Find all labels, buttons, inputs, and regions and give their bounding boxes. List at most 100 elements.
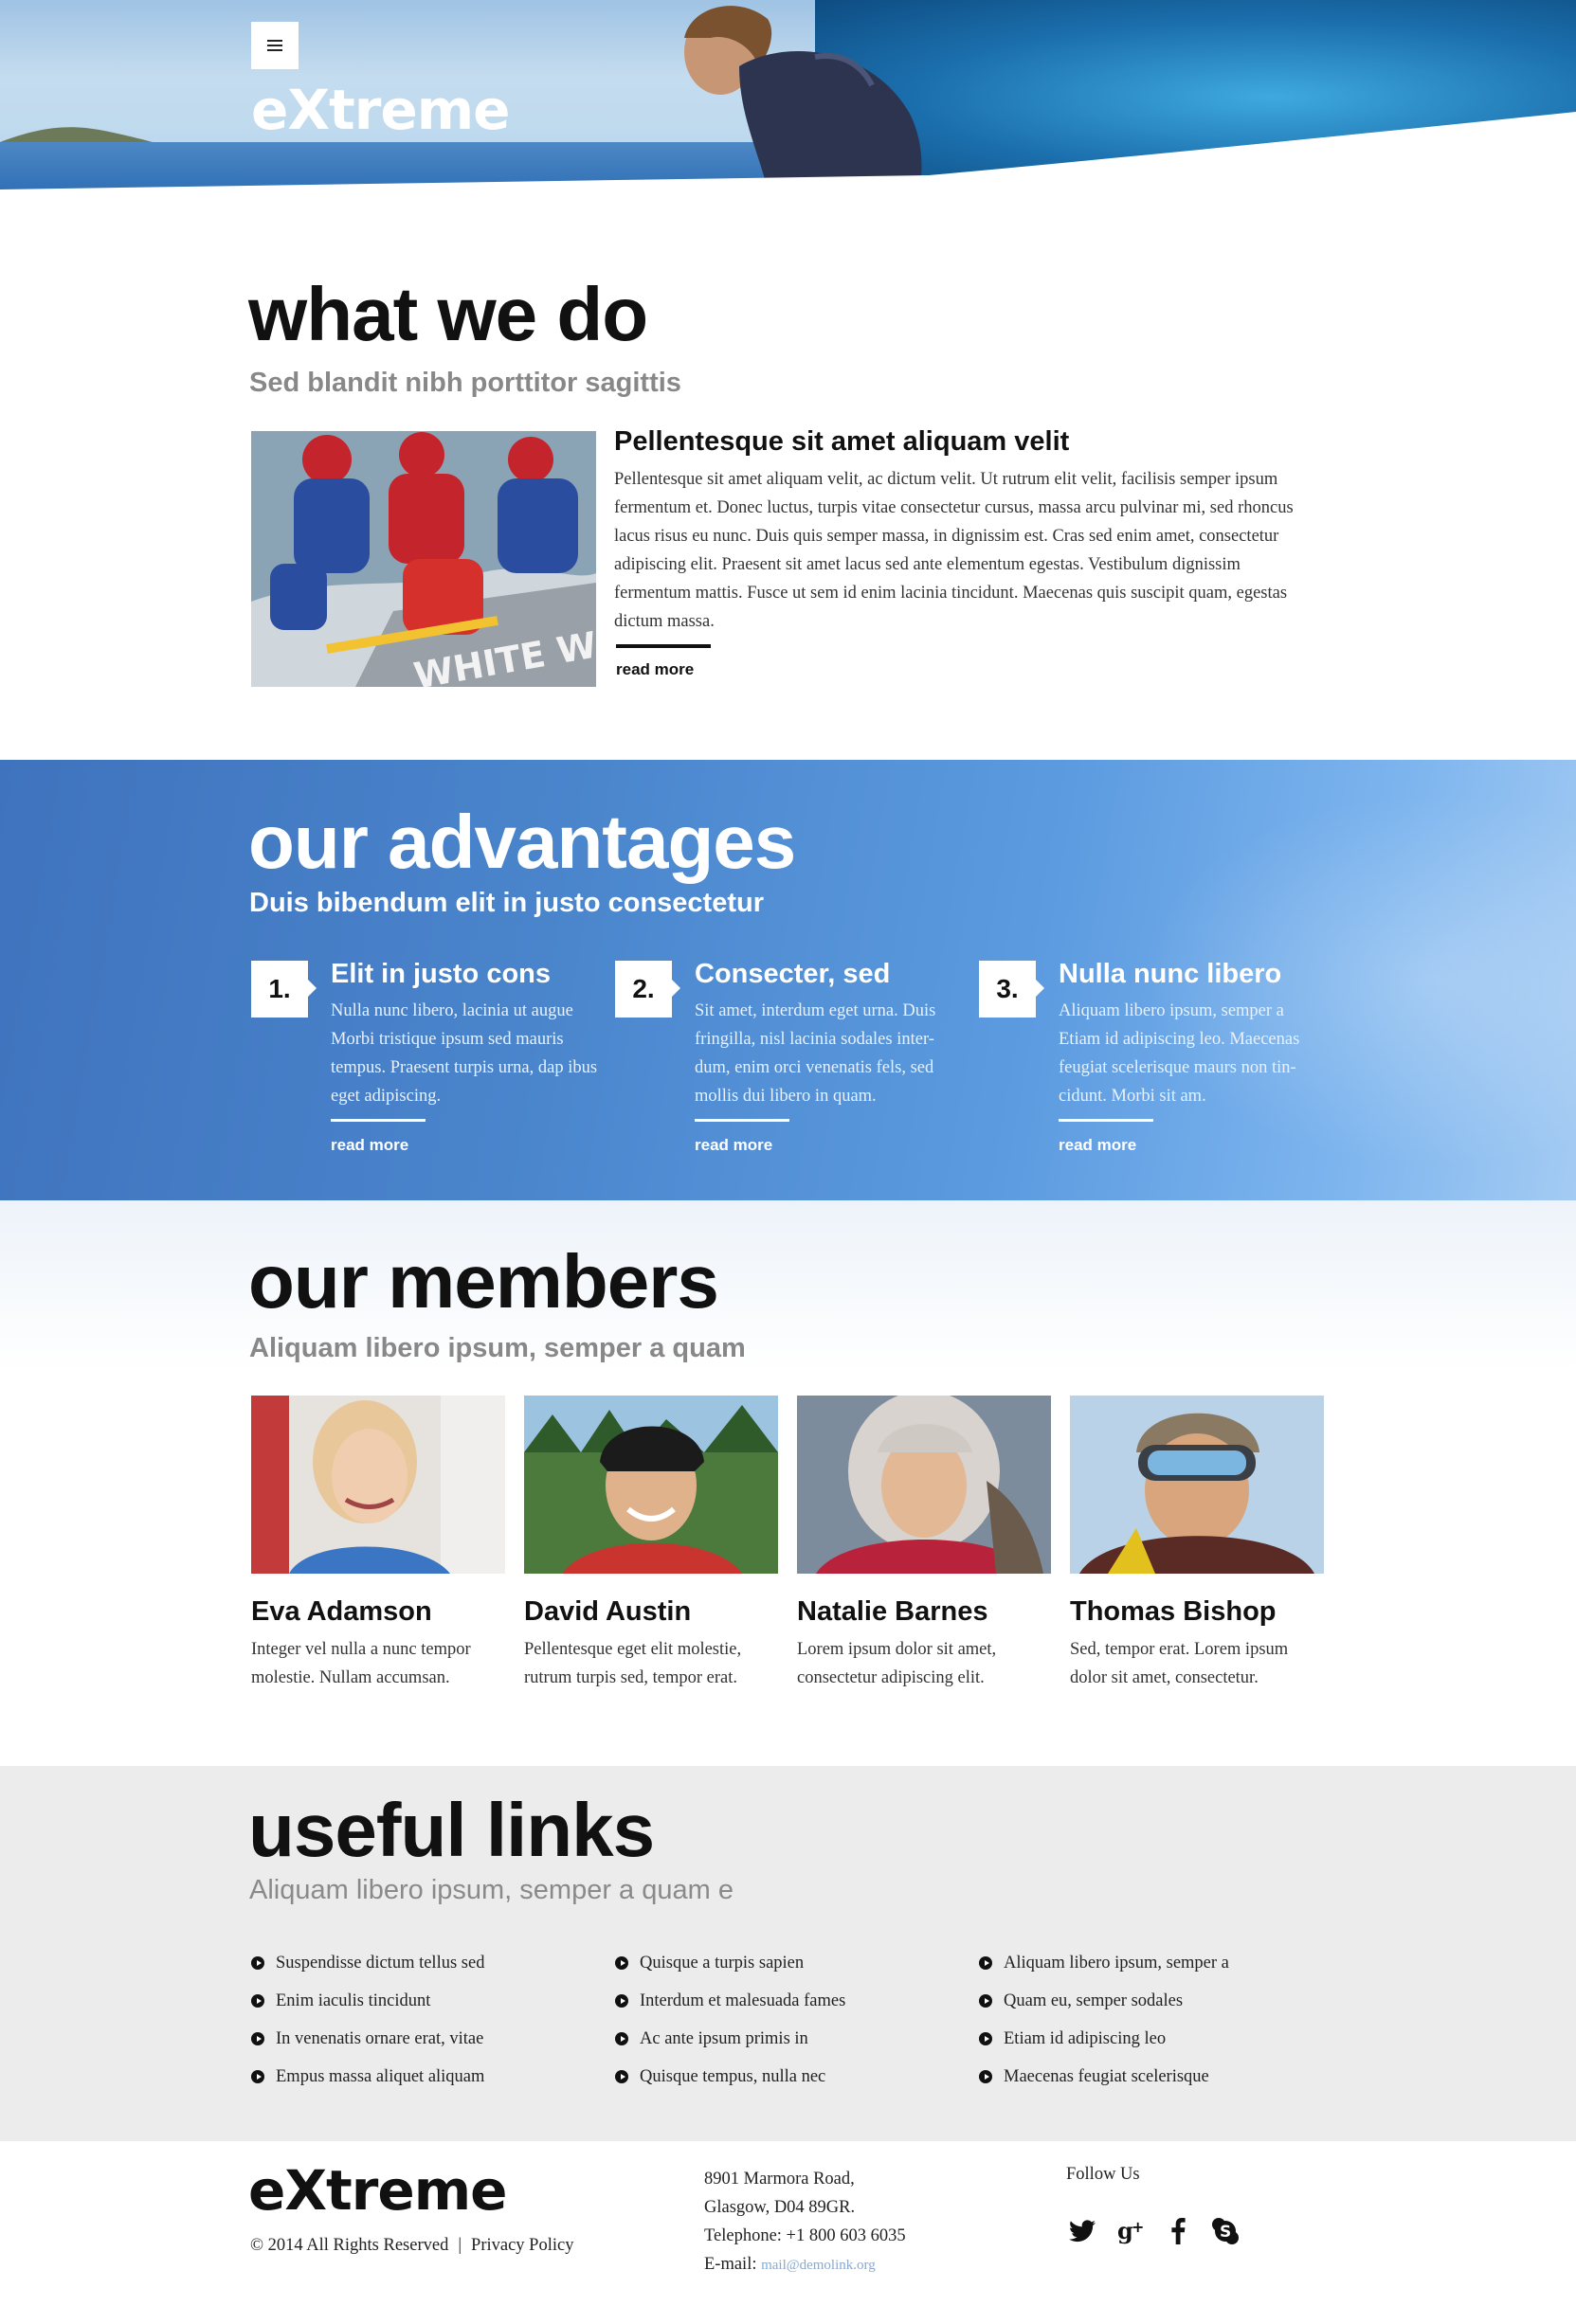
what-we-do-subtitle: Sed blandit nibh porttitor sagittis <box>249 368 681 398</box>
link-label: Interdum et malesuada fames <box>640 1991 846 2010</box>
footer-logo[interactable]: eXtreme <box>248 2158 507 2223</box>
member-name: Eva Adamson <box>251 1596 432 1627</box>
advantage-divider <box>331 1119 426 1122</box>
link-label: Suspendisse dictum tellus sed <box>276 1953 485 1973</box>
link-label: Enim iaculis tincidunt <box>276 1991 431 2010</box>
link-item[interactable]: Suspendisse dictum tellus sed <box>251 1944 592 1982</box>
links-column: Quisque a turpis sapien Interdum et male… <box>615 1944 956 2096</box>
link-label: Aliquam libero ipsum, semper a <box>1004 1953 1229 1973</box>
advantage-text: Aliquam libero ipsum, semper a Etiam id … <box>1059 1001 1300 1106</box>
hero-header: eXtreme <box>0 0 1576 194</box>
follow-us-label: Follow Us <box>1066 2165 1140 2184</box>
arrow-circle-icon <box>615 1994 628 2008</box>
advantage-read-more-link[interactable]: read more <box>695 1136 772 1155</box>
advantages-title: our advantages <box>248 800 796 884</box>
what-we-do-title: what we do <box>248 272 648 356</box>
advantage-text: Sit amet, interdum eget urna. Duis fring… <box>695 1001 936 1106</box>
member-photo <box>251 1396 505 1574</box>
hamburger-icon <box>267 40 282 51</box>
members-subtitle: Aliquam libero ipsum, semper a quam <box>249 1333 746 1363</box>
email-label: E-mail: <box>704 2255 762 2274</box>
link-label: Quisque tempus, nulla nec <box>640 2066 826 2086</box>
useful-links-subtitle: Aliquam libero ipsum, semper a quam e <box>249 1875 734 1905</box>
link-item[interactable]: Aliquam libero ipsum, semper a <box>979 1944 1320 1982</box>
advantage-number: 3. <box>979 961 1044 1018</box>
advantages-subtitle: Duis bibendum elit in justo consectetur <box>249 888 764 918</box>
rafting-image: WHITE W <box>251 431 596 687</box>
advantage-divider <box>1059 1119 1153 1122</box>
arrow-circle-icon <box>251 2070 264 2083</box>
links-column: Suspendisse dictum tellus sed Enim iacul… <box>251 1944 592 2096</box>
link-label: Quisque a turpis sapien <box>640 1953 805 1973</box>
link-item[interactable]: Quisque a turpis sapien <box>615 1944 956 1982</box>
menu-button[interactable] <box>251 22 299 69</box>
link-item[interactable]: Quisque tempus, nulla nec <box>615 2058 956 2096</box>
what-we-do-read-more-link[interactable]: read more <box>616 660 694 679</box>
advantage-item: 3. Nulla nunc libero Aliquam libero ipsu… <box>979 959 1339 1188</box>
footer: eXtreme © 2014 All Rights Reserved | Priva… <box>0 2141 1576 2324</box>
member-card: Eva Adamson Integer vel nulla a nunc tem… <box>251 1396 505 1692</box>
link-item[interactable]: Maecenas feugiat scelerisque <box>979 2058 1320 2096</box>
member-photo <box>797 1396 1051 1574</box>
advantage-number: 1. <box>251 961 317 1018</box>
footer-copyright: © 2014 All Rights Reserved | Privacy Polic… <box>250 2236 573 2256</box>
links-column: Aliquam libero ipsum, semper a Quam eu, … <box>979 1944 1320 2096</box>
link-label: Empus massa aliquet aliquam <box>276 2066 485 2086</box>
link-item[interactable]: Ac ante ipsum primis in <box>615 2020 956 2058</box>
arrow-circle-icon <box>979 2032 992 2045</box>
link-item[interactable]: Empus massa aliquet aliquam <box>251 2058 592 2096</box>
email-row: E-mail: mail@demolink.org <box>704 2250 906 2279</box>
svg-text:+: + <box>1132 2218 1144 2236</box>
skype-icon[interactable]: S <box>1209 2215 1241 2247</box>
member-bio: Pellentesque eget elit molestie, rutrum … <box>524 1640 742 1687</box>
copyright-text: © 2014 All Rights Reserved <box>250 2236 449 2255</box>
link-item[interactable]: Etiam id adipiscing leo <box>979 2020 1320 2058</box>
member-name: Natalie Barnes <box>797 1596 988 1627</box>
arrow-circle-icon <box>979 1956 992 1970</box>
arrow-circle-icon <box>251 2032 264 2045</box>
arrow-circle-icon <box>251 1956 264 1970</box>
link-label: Etiam id adipiscing leo <box>1004 2028 1167 2048</box>
member-card: Natalie Barnes Lorem ipsum dolor sit ame… <box>797 1396 1051 1692</box>
link-item[interactable]: In venenatis ornare erat, vitae <box>251 2020 592 2058</box>
arrow-circle-icon <box>979 1994 992 2008</box>
svg-text:S: S <box>1220 2223 1231 2242</box>
header-edge-shape <box>0 112 1576 194</box>
what-we-do-divider <box>616 644 711 648</box>
privacy-policy-link[interactable]: Privacy Policy <box>471 2236 573 2255</box>
advantage-read-more-link[interactable]: read more <box>331 1136 408 1155</box>
arrow-circle-icon <box>615 1956 628 1970</box>
site-logo[interactable]: eXtreme <box>251 78 510 142</box>
twitter-icon[interactable] <box>1066 2215 1098 2247</box>
arrow-circle-icon <box>979 2070 992 2083</box>
member-bio: Sed, tempor erat. Lorem ipsum dolor sit … <box>1070 1640 1289 1687</box>
advantage-heading: Elit in justo cons <box>331 959 552 989</box>
link-item[interactable]: Interdum et malesuada fames <box>615 1982 956 2020</box>
useful-links-section: useful links Aliquam libero ipsum, sempe… <box>0 1766 1576 2141</box>
advantage-text: Nulla nunc libero, lacinia ut augue Morb… <box>331 1001 598 1106</box>
member-card: Thomas Bishop Sed, tempor erat. Lorem ip… <box>1070 1396 1324 1692</box>
what-we-do-heading: Pellentesque sit amet aliquam velit <box>614 426 1070 457</box>
google-plus-icon[interactable]: g + <box>1116 2215 1149 2247</box>
link-item[interactable]: Quam eu, semper sodales <box>979 1982 1320 2020</box>
link-label: Maecenas feugiat scelerisque <box>1004 2066 1209 2086</box>
advantages-section: our advantages Duis bibendum elit in jus… <box>0 760 1576 1200</box>
advantage-item: 2. Consecter, sed Sit amet, interdum ege… <box>615 959 975 1188</box>
link-label: Ac ante ipsum primis in <box>640 2028 808 2048</box>
email-link[interactable]: mail@demolink.org <box>761 2258 876 2273</box>
members-section <box>0 1200 1576 1769</box>
address-line-1: 8901 Marmora Road, <box>704 2170 855 2189</box>
advantage-heading: Consecter, sed <box>695 959 891 989</box>
facebook-icon[interactable] <box>1162 2215 1194 2247</box>
advantage-heading: Nulla nunc libero <box>1059 959 1282 989</box>
useful-links-title: useful links <box>248 1788 655 1872</box>
member-photo <box>524 1396 778 1574</box>
link-item[interactable]: Enim iaculis tincidunt <box>251 1982 592 2020</box>
arrow-circle-icon <box>615 2070 628 2083</box>
members-title: our members <box>248 1239 719 1324</box>
member-bio: Integer vel nulla a nunc tempor molestie… <box>251 1640 471 1687</box>
footer-address: 8901 Marmora Road, Glasgow, D04 89GR. Te… <box>704 2165 906 2279</box>
member-name: David Austin <box>524 1596 692 1627</box>
advantage-read-more-link[interactable]: read more <box>1059 1136 1136 1155</box>
member-photo <box>1070 1396 1324 1574</box>
